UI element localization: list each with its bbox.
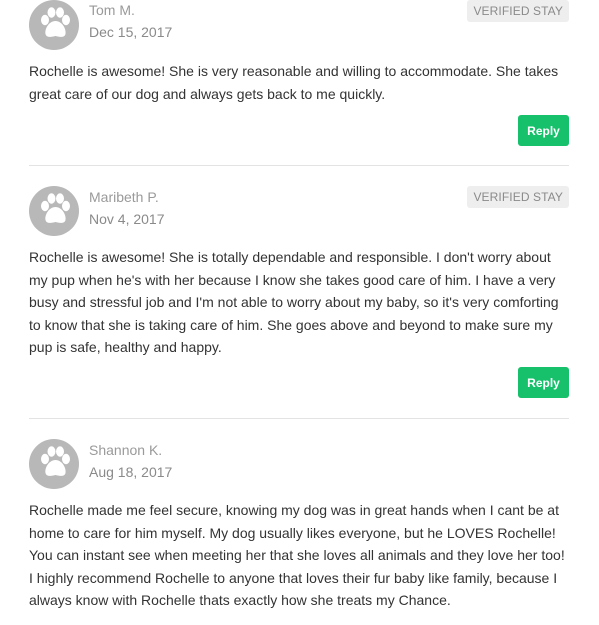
paw-icon (41, 446, 70, 476)
divider (29, 165, 569, 166)
review-card: Shannon K. Aug 18, 2017 Rochelle made me… (29, 439, 569, 619)
reviewer-name: Shannon K. (89, 442, 163, 458)
review-text: Rochelle is awesome! She is very reasona… (29, 63, 559, 102)
review-card: Tom M. Dec 15, 2017 VERIFIED STAY Rochel… (29, 0, 569, 166)
reply-button[interactable]: Reply (518, 115, 569, 146)
review-date: Aug 18, 2017 (89, 464, 173, 480)
avatar (29, 439, 79, 489)
review-text: Rochelle made me feel secure, knowing my… (29, 502, 565, 608)
review-date: Dec 15, 2017 (89, 24, 173, 40)
verified-stay-badge: VERIFIED STAY (467, 0, 569, 22)
review-date: Nov 4, 2017 (89, 211, 165, 227)
reviewer-name: Maribeth P. (89, 189, 159, 205)
review-card: Maribeth P. Nov 4, 2017 VERIFIED STAY Ro… (29, 186, 569, 419)
verified-stay-badge: VERIFIED STAY (467, 186, 569, 208)
avatar (29, 186, 79, 236)
paw-icon (41, 7, 70, 37)
reviewer-name: Tom M. (89, 2, 135, 18)
paw-icon (41, 193, 70, 223)
review-text: Rochelle is awesome! She is totally depe… (29, 249, 559, 355)
reply-button[interactable]: Reply (518, 367, 569, 398)
avatar (29, 0, 79, 50)
divider (29, 418, 569, 419)
